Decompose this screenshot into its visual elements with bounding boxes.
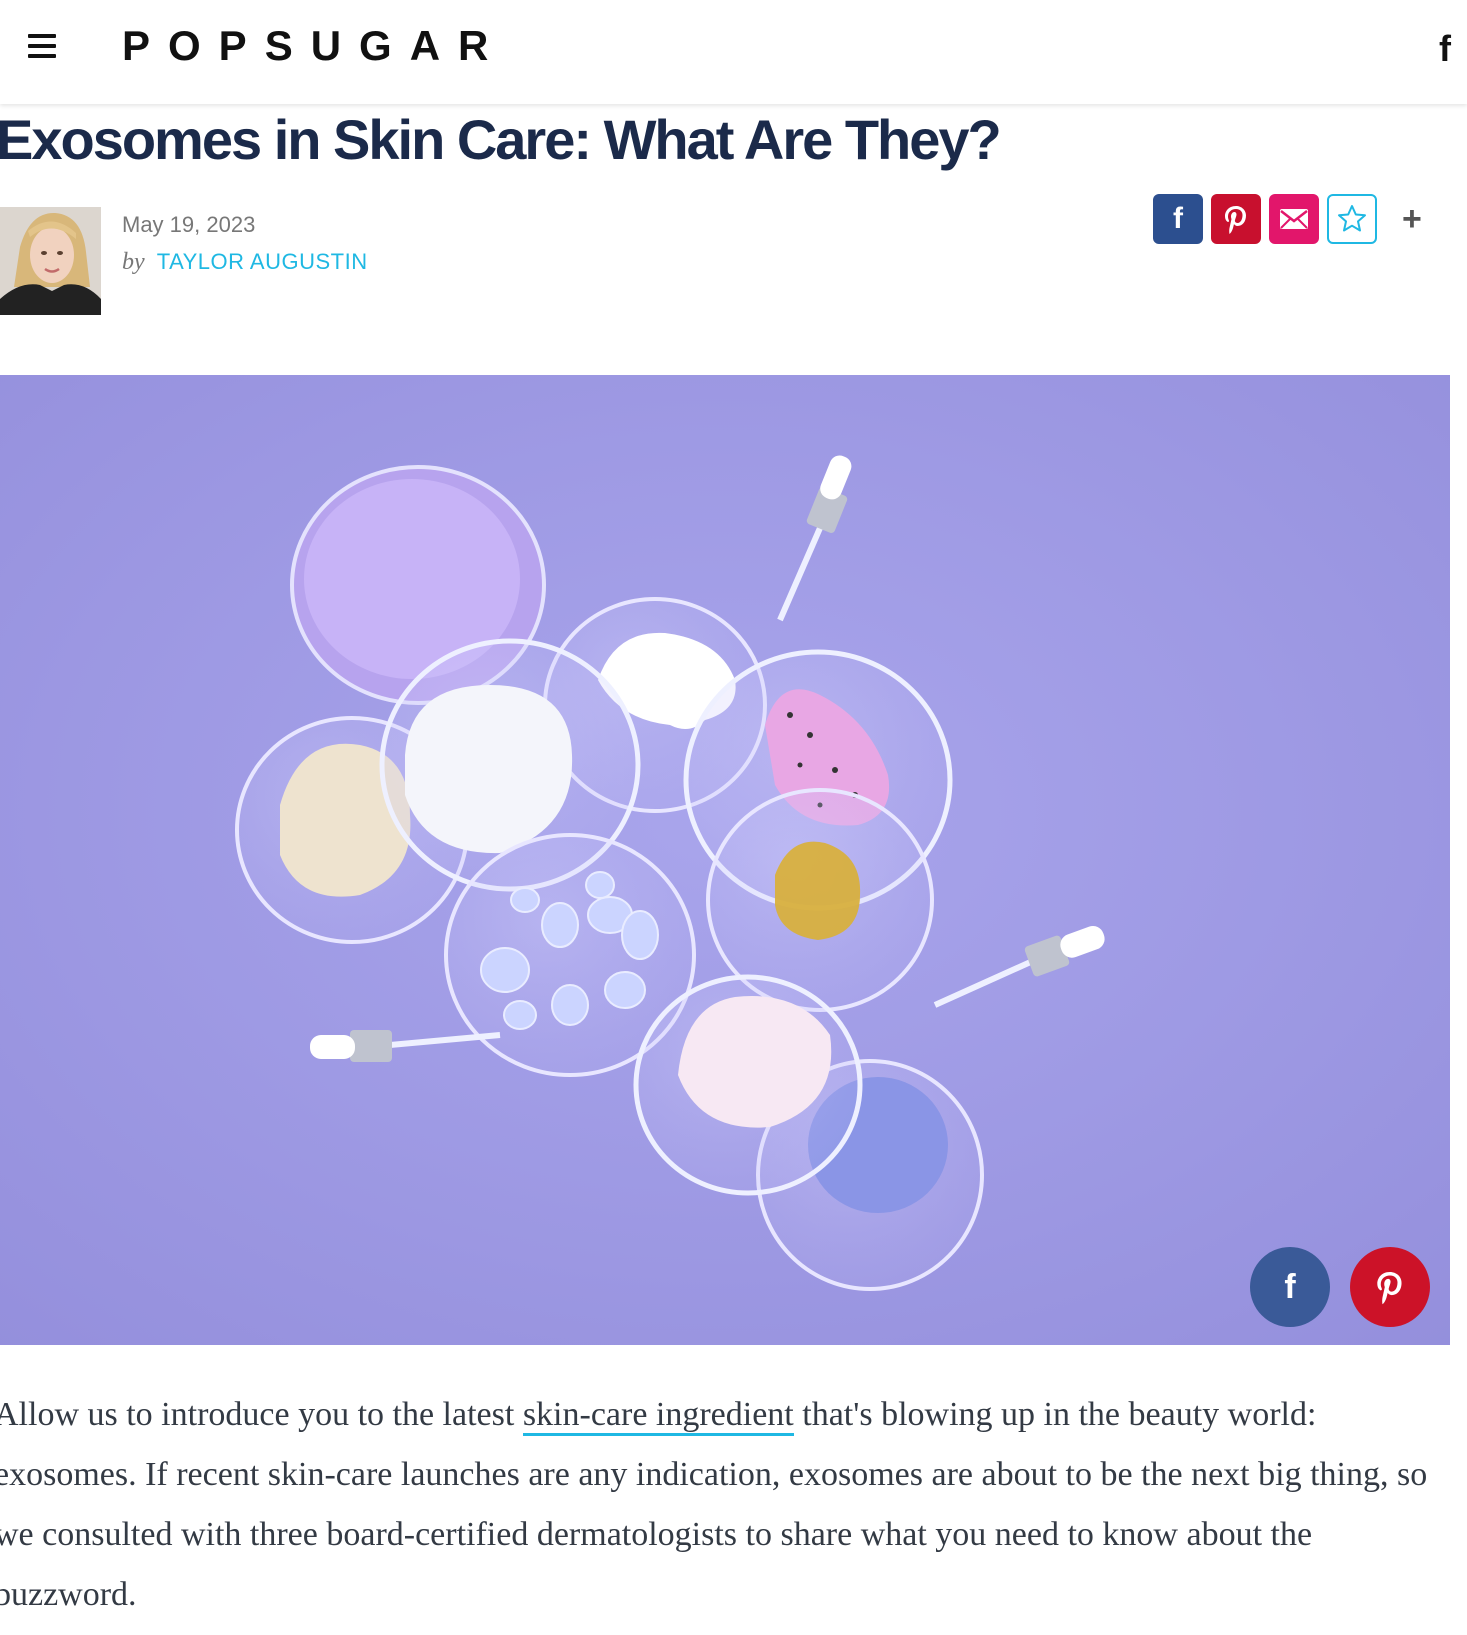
pinterest-icon	[1225, 206, 1246, 234]
share-pinterest-button[interactable]	[1211, 194, 1261, 244]
site-header: POPSUGAR f	[0, 0, 1467, 104]
hamburger-menu-icon[interactable]	[28, 34, 64, 64]
body-text-start: Allow us to introduce you to the latest	[0, 1396, 523, 1433]
author-avatar[interactable]	[0, 207, 101, 315]
publish-date: May 19, 2023	[122, 212, 256, 237]
article-title: Exosomes in Skin Care: What Are They?	[0, 108, 1002, 171]
share-email-button[interactable]	[1269, 194, 1319, 244]
site-logo[interactable]: POPSUGAR	[122, 22, 506, 70]
facebook-icon: f	[1284, 1267, 1296, 1306]
facebook-icon: f	[1173, 202, 1183, 235]
byline: by TAYLOR AUGUSTIN	[122, 248, 368, 276]
facebook-icon[interactable]: f	[1439, 28, 1451, 70]
share-facebook-button[interactable]: f	[1153, 194, 1203, 244]
image-share-pinterest-button[interactable]	[1350, 1247, 1430, 1327]
image-share-facebook-button[interactable]: f	[1250, 1247, 1330, 1327]
article-body-paragraph: Allow us to introduce you to the latest …	[0, 1385, 1434, 1625]
hero-image: f	[0, 375, 1450, 1345]
hero-illustration	[0, 375, 1450, 1345]
share-bar: f	[1153, 194, 1377, 244]
skin-care-ingredient-link[interactable]: skin-care ingredient	[522, 1396, 794, 1436]
pinterest-icon	[1377, 1272, 1402, 1305]
author-link[interactable]: TAYLOR AUGUSTIN	[157, 249, 368, 274]
more-share-options-button[interactable]: +	[1402, 200, 1422, 239]
mail-icon	[1280, 209, 1308, 229]
byline-prefix: by	[122, 249, 145, 275]
save-favorite-button[interactable]	[1327, 194, 1377, 244]
star-icon	[1338, 205, 1366, 232]
